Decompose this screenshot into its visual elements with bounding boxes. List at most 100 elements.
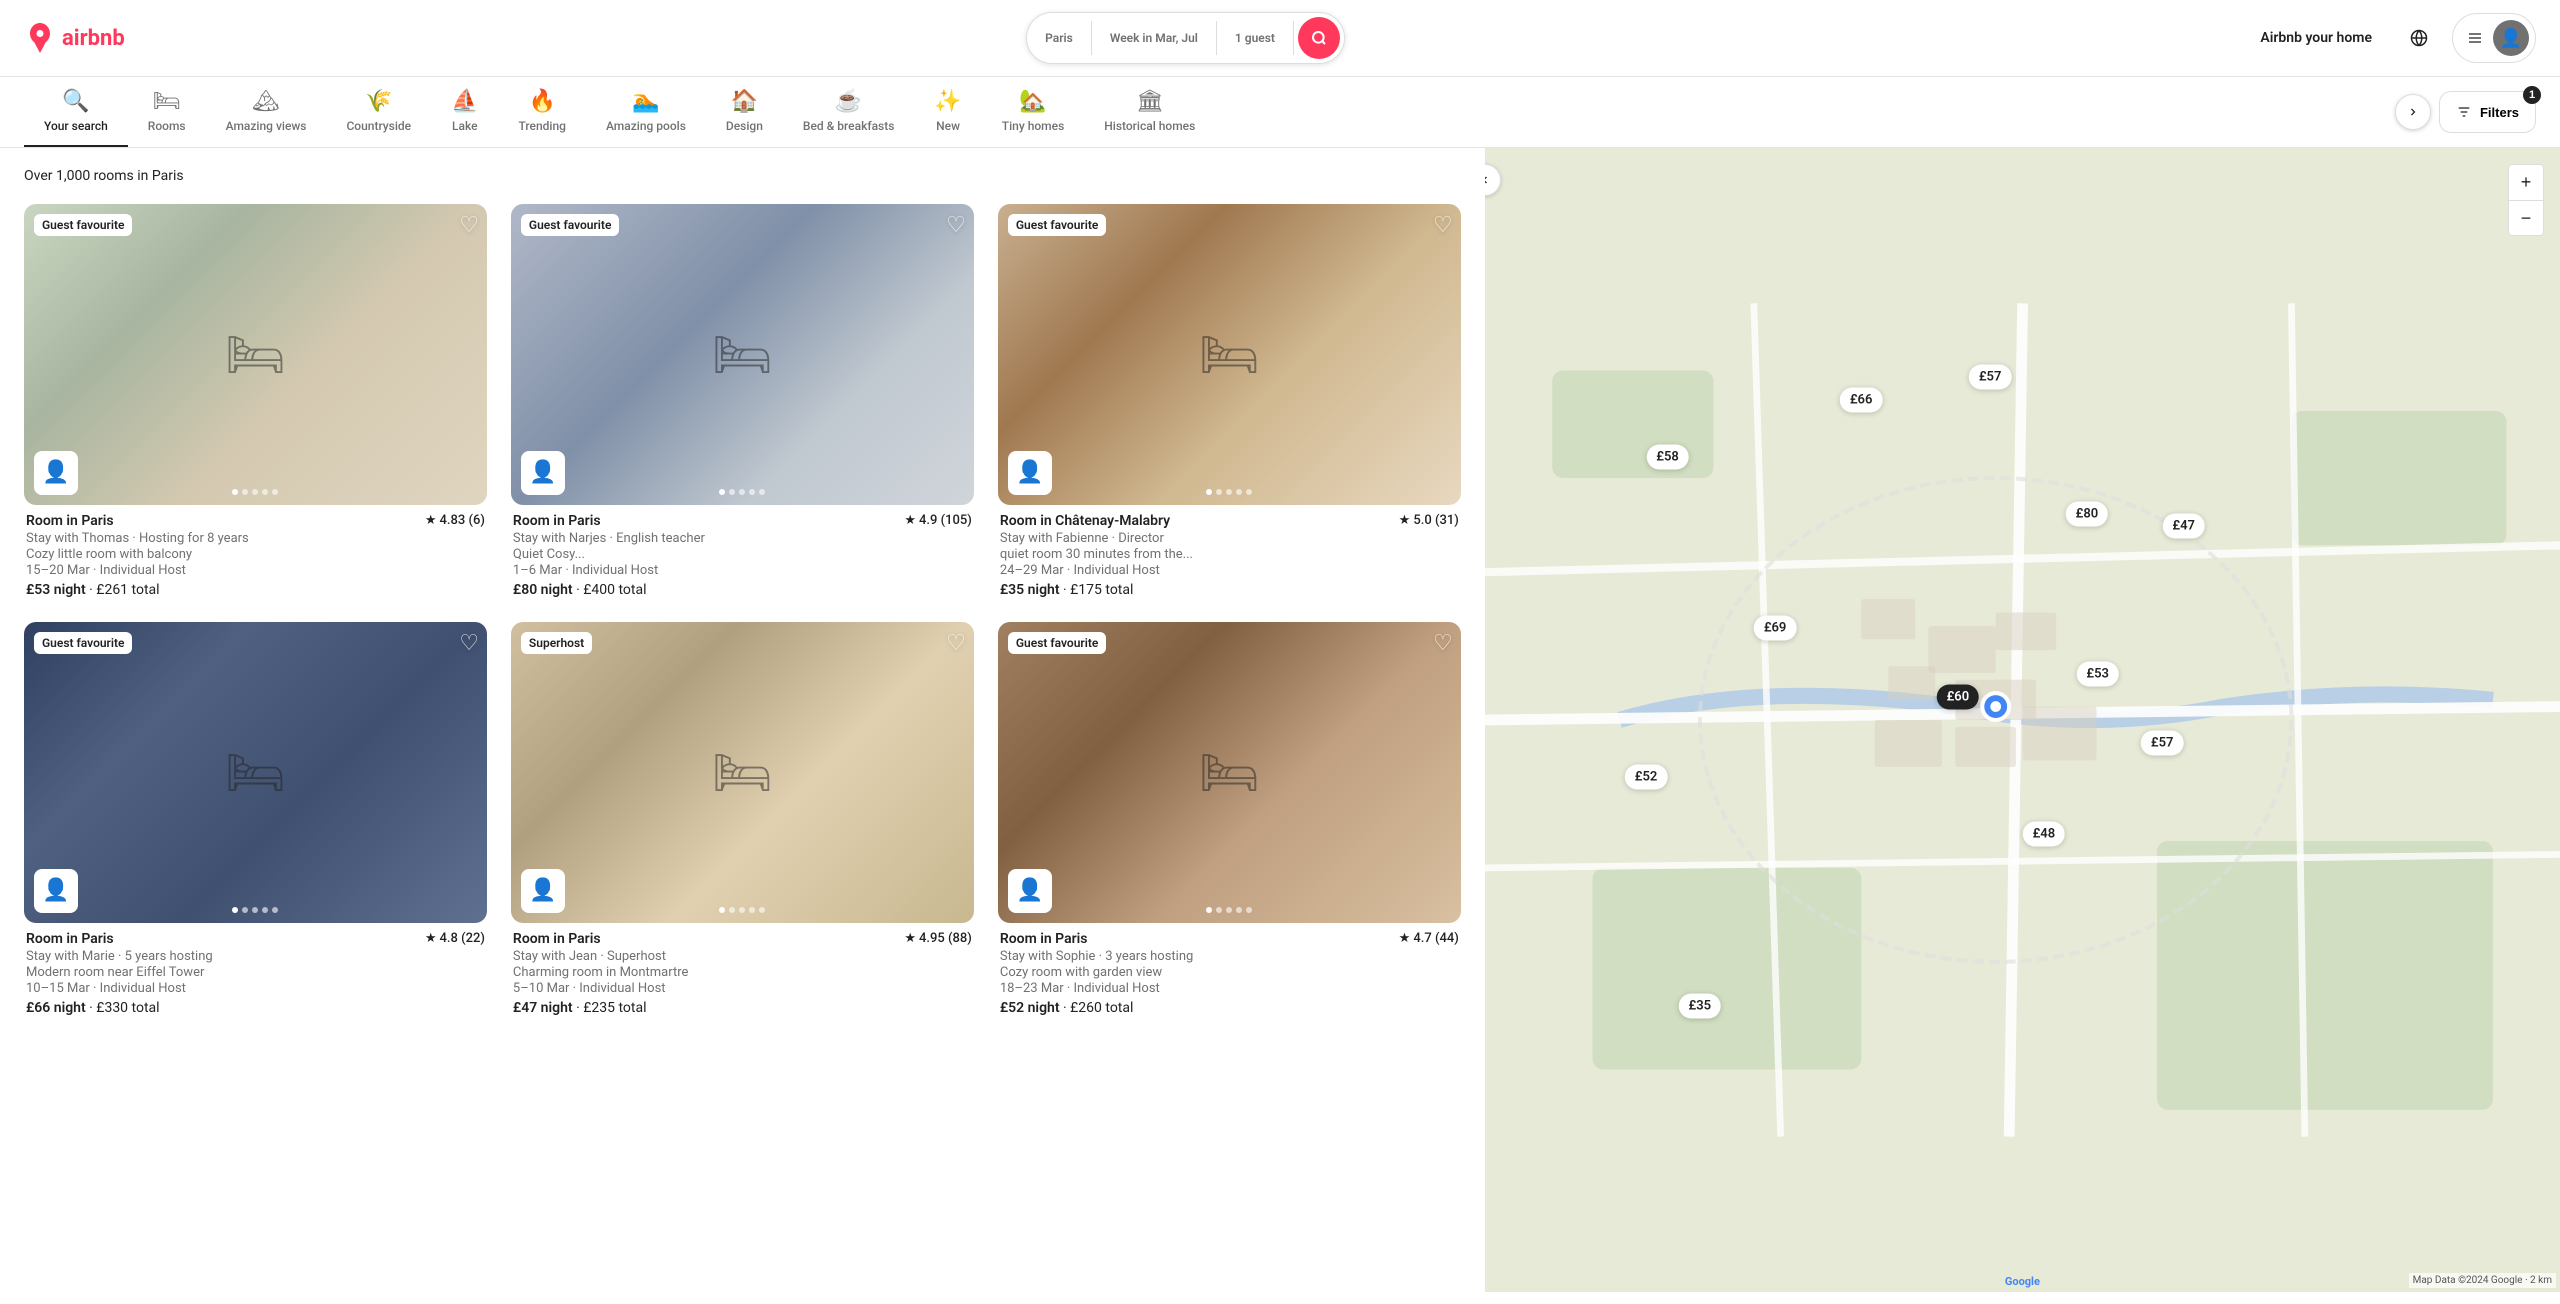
dots-indicator — [1206, 907, 1252, 913]
dots-indicator — [719, 907, 765, 913]
location-segment[interactable]: Paris — [1027, 21, 1092, 55]
map-zoom-in-button[interactable]: + — [2508, 164, 2544, 200]
category-item-rooms[interactable]: 🛏Rooms — [128, 77, 206, 147]
wishlist-button[interactable]: ♡ — [459, 212, 479, 238]
category-label: Countryside — [346, 119, 411, 133]
dot-indicator — [749, 489, 755, 495]
price-pin-p53[interactable]: £53 — [2076, 662, 2119, 687]
category-item-bed-breakfasts[interactable]: ☕Bed & breakfasts — [783, 77, 915, 147]
price-pin-p58[interactable]: £58 — [1646, 444, 1689, 469]
category-item-trending[interactable]: 🔥 Trending — [499, 77, 586, 147]
listing-card[interactable]: 🛏 Guest favourite ♡ 👤 Room in Paris ★ 4.… — [24, 204, 487, 598]
card-rating: ★ 4.7 (44) — [1399, 931, 1459, 946]
price-pin-p60[interactable]: £60 — [1937, 685, 1980, 710]
header-right: Airbnb your home 👤 — [2246, 13, 2536, 63]
card-title: Room in Paris — [513, 931, 601, 947]
category-list: 🔍Your search🛏Rooms🏔Amazing views🌾Country… — [24, 77, 2387, 147]
card-subtitle: Stay with Jean · Superhost — [513, 949, 972, 964]
dot-indicator — [719, 907, 725, 913]
card-rating: ★ 4.83 (6) — [425, 513, 485, 528]
dots-indicator — [719, 489, 765, 495]
listing-card[interactable]: 🛏 Guest favourite ♡ 👤 Room in Châtenay-M… — [998, 204, 1461, 598]
category-label: Your search — [44, 119, 108, 133]
search-button[interactable] — [1298, 17, 1340, 59]
category-item-your-search[interactable]: 🔍Your search — [24, 77, 128, 147]
wishlist-button[interactable]: ♡ — [946, 212, 966, 238]
host-avatar: 👤 — [34, 451, 78, 495]
price-pin-p57b[interactable]: £57 — [2141, 730, 2184, 755]
listing-card[interactable]: 🛏 Guest favourite ♡ 👤 Room in Paris ★ 4.… — [24, 622, 487, 1016]
card-price: £52 night · £260 total — [1000, 1000, 1459, 1016]
category-label: Amazing pools — [606, 119, 686, 133]
map-zoom-out-button[interactable]: − — [2508, 200, 2544, 236]
category-item-lake[interactable]: ⛵Lake — [431, 77, 498, 147]
dot-indicator — [252, 489, 258, 495]
price-pin-p69[interactable]: £69 — [1754, 616, 1797, 641]
category-item-design[interactable]: 🏠 Design — [706, 77, 783, 147]
language-button[interactable] — [2402, 21, 2436, 55]
category-item-countryside[interactable]: 🌾Countryside — [326, 77, 431, 147]
card-title-row: Room in Paris ★ 4.95 (88) — [513, 931, 972, 947]
price-pin-p48[interactable]: £48 — [2023, 822, 2066, 847]
category-icon: ⛵ — [451, 91, 478, 113]
category-label: Design — [726, 119, 763, 133]
dot-indicator — [242, 907, 248, 913]
dot-indicator — [232, 907, 238, 913]
card-info: Room in Paris ★ 4.9 (105) Stay with Narj… — [511, 513, 974, 598]
airbnb-logo[interactable]: airbnb — [24, 22, 125, 54]
hamburger-icon — [2467, 30, 2483, 46]
card-dates: 10–15 Mar · Individual Host — [26, 981, 485, 996]
card-title-row: Room in Paris ★ 4.9 (105) — [513, 513, 972, 529]
results-count: Over 1,000 rooms in Paris — [24, 168, 1461, 184]
search-bar[interactable]: Paris Week in Mar, Jul 1 guest — [1026, 12, 1345, 64]
category-label: Trending — [519, 119, 566, 133]
category-item-amazing-pools[interactable]: 🏊Amazing pools — [586, 77, 706, 147]
price-pin-p80[interactable]: £80 — [2066, 502, 2109, 527]
google-logo: Google — [2005, 1275, 2040, 1288]
card-rating: ★ 4.95 (88) — [904, 931, 972, 946]
category-label: Bed & breakfasts — [803, 119, 895, 133]
star-icon: ★ — [904, 931, 916, 946]
price-pin-p52[interactable]: £52 — [1625, 765, 1668, 790]
wishlist-button[interactable]: ♡ — [946, 630, 966, 656]
card-image: 🛏 — [511, 622, 974, 923]
star-icon: ★ — [1399, 513, 1411, 528]
card-title: Room in Paris — [26, 931, 114, 947]
category-item-new[interactable]: ✨New — [914, 77, 981, 147]
category-icon: 🏠 — [731, 91, 758, 113]
host-avatar: 👤 — [34, 869, 78, 913]
listing-card[interactable]: 🛏 Guest favourite ♡ 👤 Room in Paris ★ 4.… — [998, 622, 1461, 1016]
airbnb-your-home-button[interactable]: Airbnb your home — [2246, 20, 2386, 56]
card-info: Room in Paris ★ 4.83 (6) Stay with Thoma… — [24, 513, 487, 598]
listings-grid: 🛏 Guest favourite ♡ 👤 Room in Paris ★ 4.… — [24, 204, 1461, 1016]
card-subtitle: Stay with Thomas · Hosting for 8 years — [26, 531, 485, 546]
card-description: Quiet Cosy... — [513, 547, 972, 562]
nav-arrow-button[interactable] — [2395, 94, 2431, 130]
price-pin-p35[interactable]: £35 — [1679, 994, 1722, 1019]
price-pin-p57a[interactable]: £57 — [1969, 364, 2012, 389]
guest-badge: Guest favourite — [34, 632, 132, 654]
map-svg — [1485, 148, 2560, 1292]
dates-segment[interactable]: Week in Mar, Jul — [1092, 21, 1217, 55]
card-info: Room in Paris ★ 4.8 (22) Stay with Marie… — [24, 931, 487, 1016]
dot-indicator — [739, 489, 745, 495]
category-item-historical-homes[interactable]: 🏛Historical homes — [1084, 77, 1215, 147]
guests-segment[interactable]: 1 guest — [1217, 21, 1294, 55]
card-description: Cozy little room with balcony — [26, 547, 485, 562]
wishlist-button[interactable]: ♡ — [1433, 630, 1453, 656]
wishlist-button[interactable]: ♡ — [459, 630, 479, 656]
wishlist-button[interactable]: ♡ — [1433, 212, 1453, 238]
user-menu[interactable]: 👤 — [2452, 13, 2536, 63]
filters-button[interactable]: Filters 1 — [2439, 91, 2536, 133]
category-label: New — [936, 119, 960, 133]
category-item-amazing-views[interactable]: 🏔Amazing views — [206, 77, 327, 147]
price-pin-p47[interactable]: £47 — [2162, 513, 2205, 538]
category-item-tiny-homes[interactable]: 🏡Tiny homes — [982, 77, 1084, 147]
listing-card[interactable]: 🛏 Guest favourite ♡ 👤 Room in Paris ★ 4.… — [511, 204, 974, 598]
card-image: 🛏 — [24, 622, 487, 923]
card-image-wrap: 🛏 Guest favourite ♡ 👤 — [511, 204, 974, 505]
price-pin-p66[interactable]: £66 — [1840, 387, 1883, 412]
listing-card[interactable]: 🛏 Superhost ♡ 👤 Room in Paris ★ 4.95 (88… — [511, 622, 974, 1016]
category-icon: 🔥 — [529, 91, 556, 113]
dot-indicator — [242, 489, 248, 495]
